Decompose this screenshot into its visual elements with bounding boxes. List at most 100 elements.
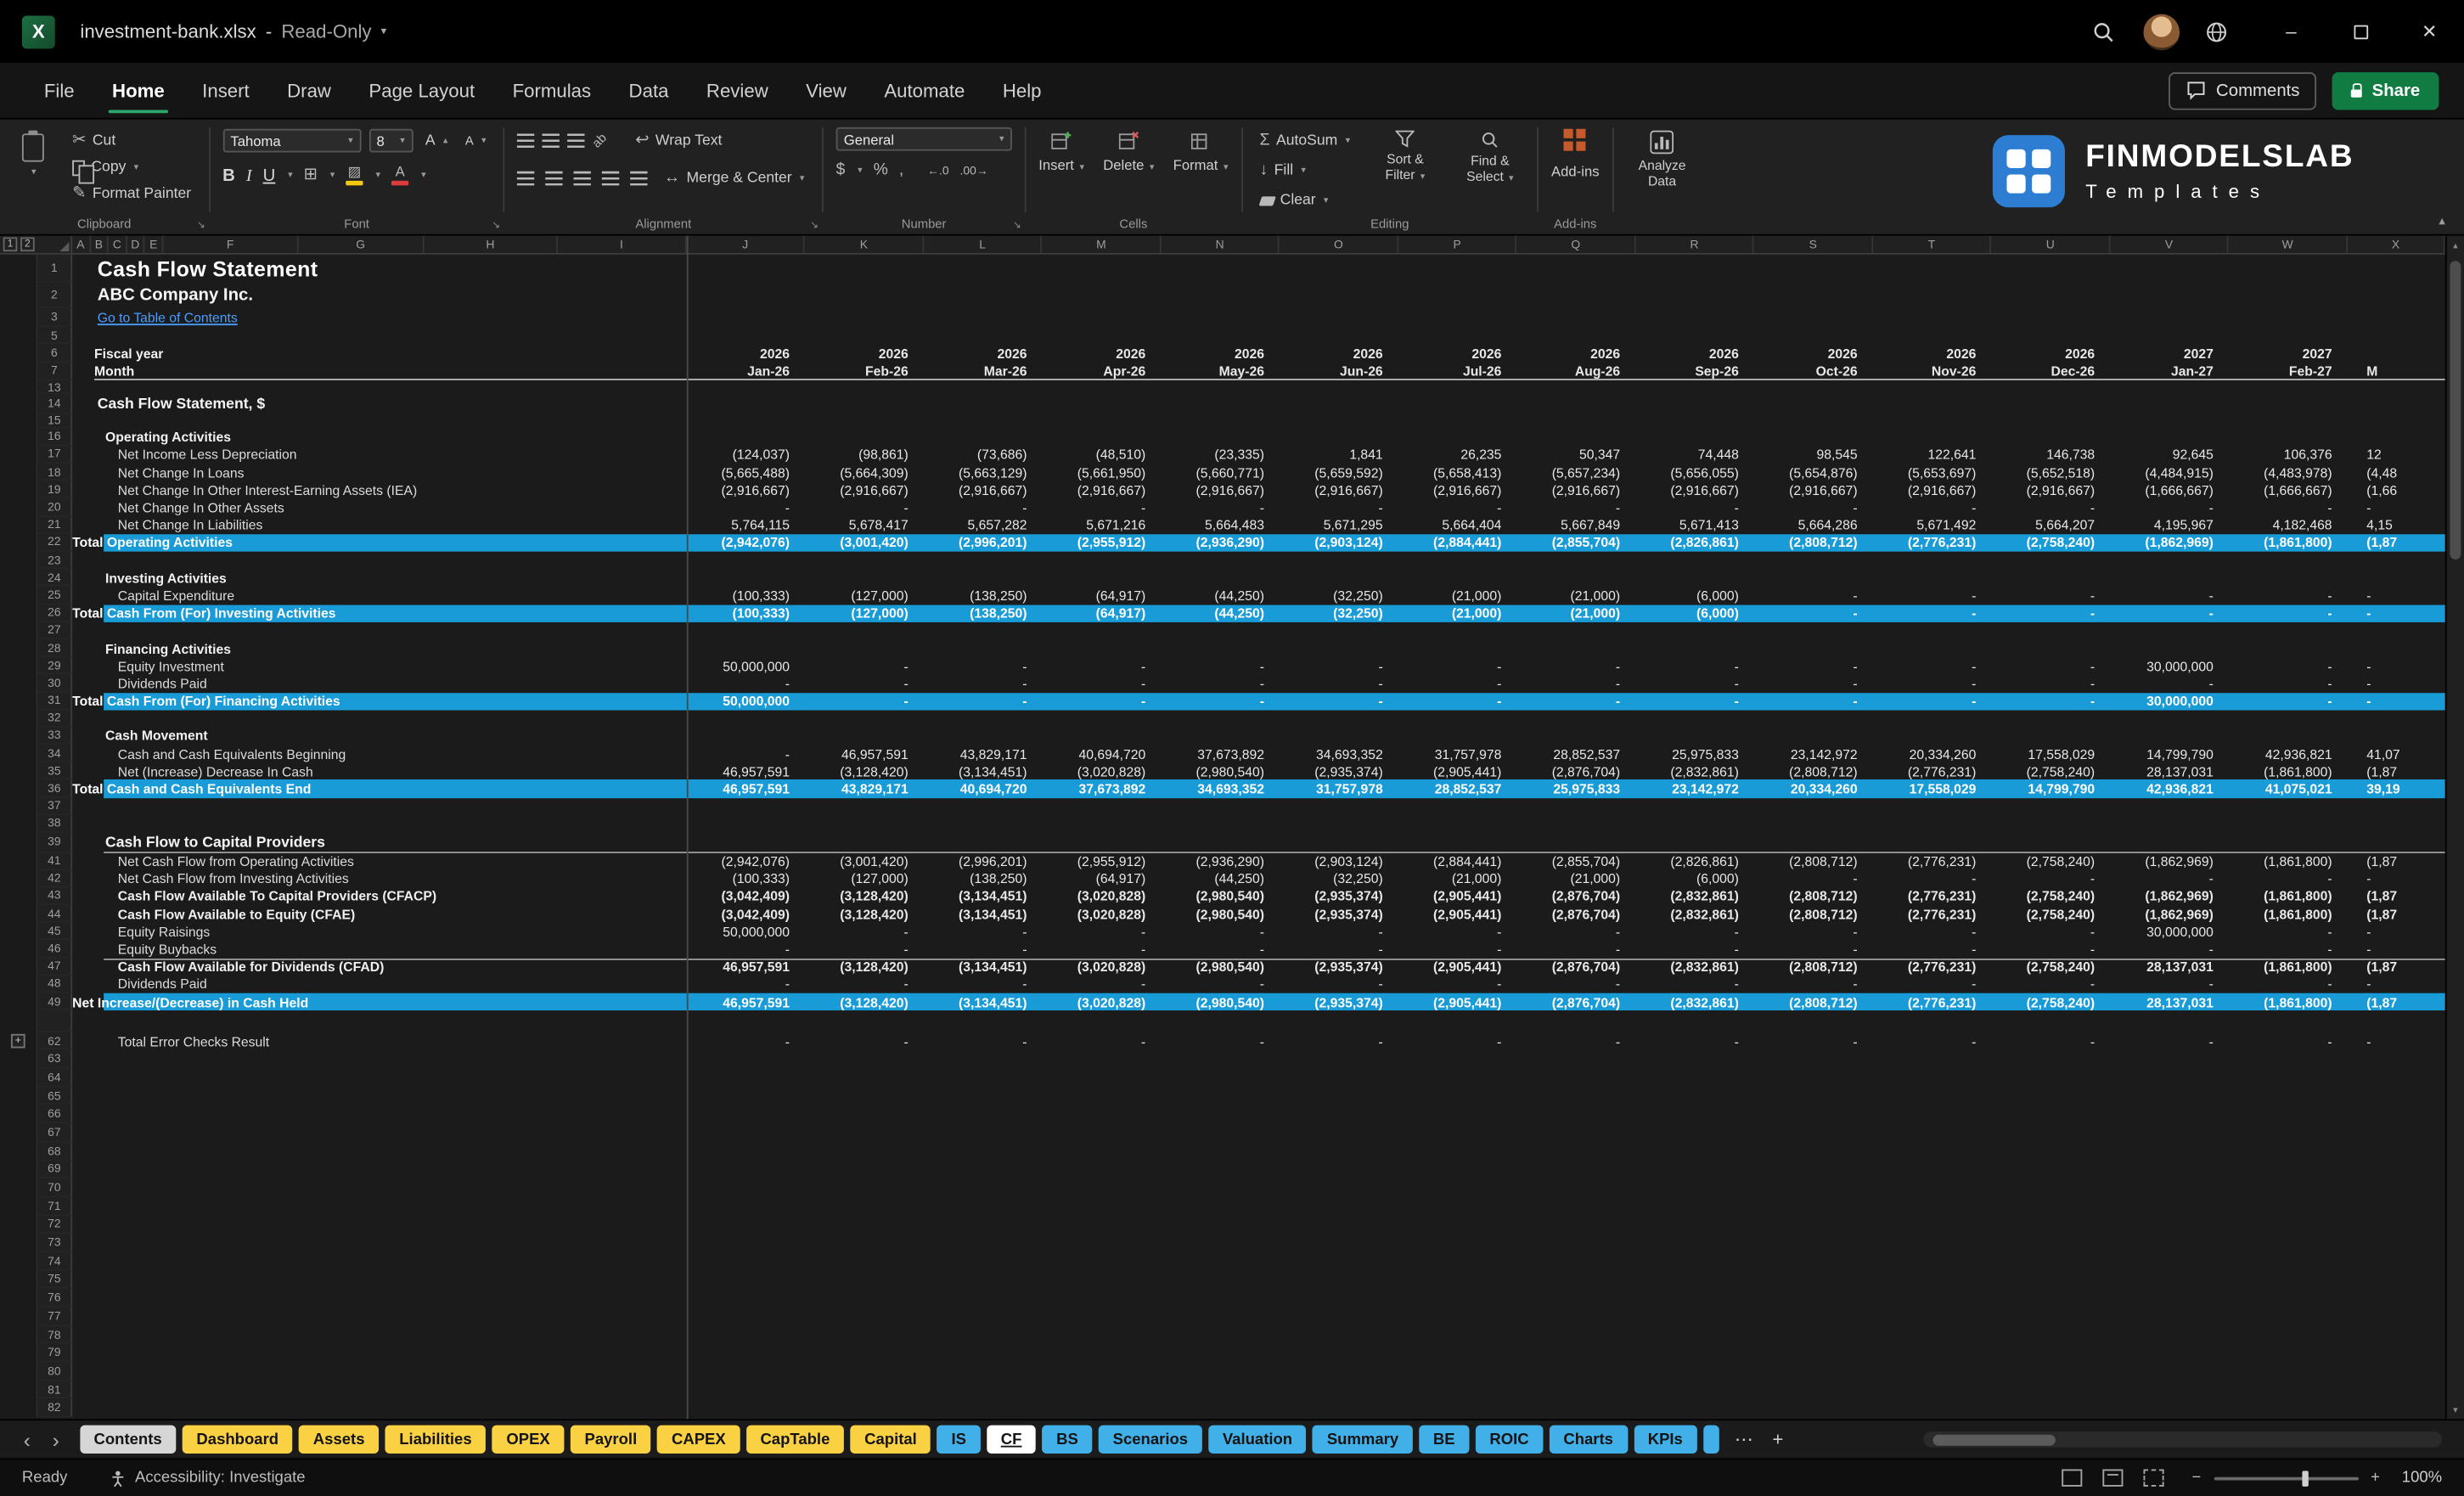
cell[interactable]: (2,758,240) — [1992, 534, 2111, 552]
sheet-nav-right-icon[interactable]: › — [42, 1427, 70, 1451]
cell[interactable]: 12 — [2348, 446, 2445, 464]
cell[interactable]: - — [2348, 692, 2445, 710]
row-number[interactable]: 23 — [37, 552, 72, 570]
column-header-A[interactable]: A — [72, 236, 90, 253]
row-number[interactable]: 37 — [37, 798, 72, 816]
cell[interactable]: 30,000,000 — [2111, 692, 2230, 710]
cell[interactable]: (5,656,055) — [1636, 464, 1755, 481]
row-number[interactable]: 49 — [37, 993, 72, 1011]
cell[interactable]: - — [1992, 675, 2111, 693]
zoom-slider-thumb[interactable] — [2302, 1470, 2308, 1486]
cell[interactable]: (2,916,667) — [1162, 481, 1280, 499]
fill-color-button[interactable]: ▨ — [346, 165, 363, 185]
row-number[interactable]: 82 — [37, 1399, 72, 1418]
merge-center-button[interactable]: ↔ Merge & Center ▾ — [659, 165, 809, 191]
menu-tab-home[interactable]: Home — [93, 63, 183, 118]
cell[interactable]: - — [1043, 1032, 1162, 1050]
horizontal-scrollbar[interactable] — [1923, 1431, 2442, 1448]
font-name-combo[interactable]: Tahoma ▾ — [222, 129, 361, 153]
cell[interactable]: - — [1873, 870, 1992, 888]
zoom-in-button[interactable]: + — [2371, 1469, 2380, 1486]
row-number[interactable]: 62 — [37, 1032, 72, 1050]
cell[interactable]: (2,955,912) — [1043, 534, 1162, 552]
cell[interactable]: (2,916,667) — [1992, 481, 2111, 499]
row-number[interactable]: 19 — [37, 481, 72, 499]
cell[interactable]: - — [1280, 976, 1398, 993]
sheet-tab-liabilities[interactable]: Liabilities — [385, 1426, 487, 1454]
outline-level-1-button[interactable]: 1 — [3, 237, 18, 251]
row-number[interactable]: 32 — [37, 710, 72, 728]
cell[interactable]: 42,936,821 — [2111, 780, 2230, 798]
cell[interactable]: - — [2229, 923, 2348, 941]
cell[interactable]: (2,905,441) — [1398, 958, 1517, 976]
row-number[interactable]: 20 — [37, 499, 72, 517]
row-number[interactable]: 68 — [37, 1142, 72, 1161]
cell[interactable]: (21,000) — [1517, 605, 1636, 622]
cell[interactable]: (2,776,231) — [1873, 887, 1992, 905]
cell[interactable]: (2,758,240) — [1992, 993, 2111, 1011]
sheet-tab-summary[interactable]: Summary — [1313, 1426, 1413, 1454]
row-number[interactable]: 43 — [37, 887, 72, 905]
cell[interactable]: 74,448 — [1636, 446, 1755, 464]
sheet-tab-valuation[interactable]: Valuation — [1208, 1426, 1307, 1454]
number-dialog-launcher-icon[interactable]: ↘ — [1013, 218, 1021, 231]
row-number[interactable]: 77 — [37, 1308, 72, 1326]
cell[interactable]: - — [1162, 675, 1280, 693]
row-number[interactable]: 15 — [37, 414, 72, 429]
chevron-down-icon[interactable]: ▾ — [381, 25, 387, 38]
cell[interactable]: (127,000) — [806, 870, 925, 888]
menu-tab-review[interactable]: Review — [688, 63, 787, 118]
fill-button[interactable]: ↓ Fill ▾ — [1255, 157, 1355, 183]
cell[interactable]: - — [1398, 692, 1517, 710]
cell[interactable]: (98,861) — [806, 446, 925, 464]
cell[interactable]: - — [1398, 499, 1517, 517]
cell[interactable]: - — [1517, 499, 1636, 517]
cell[interactable]: 2027 — [2111, 345, 2230, 363]
search-icon[interactable] — [2091, 20, 2115, 43]
sheet-tab-assets[interactable]: Assets — [299, 1426, 379, 1454]
menu-tab-view[interactable]: View — [787, 63, 865, 118]
cell[interactable]: - — [2111, 941, 2230, 959]
cell[interactable]: (2,916,667) — [1043, 481, 1162, 499]
cell[interactable]: - — [1992, 587, 2111, 605]
number-format-combo[interactable]: General ▾ — [836, 127, 1012, 151]
cell[interactable]: (44,250) — [1162, 605, 1280, 622]
cell[interactable]: 2026 — [1280, 345, 1398, 363]
cell[interactable]: Feb-27 — [2229, 363, 2348, 380]
cell[interactable]: (6,000) — [1636, 870, 1755, 888]
cell[interactable]: - — [1636, 923, 1755, 941]
font-size-combo[interactable]: 8 ▾ — [368, 129, 413, 153]
alignment-dialog-launcher-icon[interactable]: ↘ — [810, 218, 819, 231]
cell[interactable]: (2,776,231) — [1873, 993, 1992, 1011]
cell[interactable]: - — [1873, 1032, 1992, 1050]
cell[interactable]: (5,665,488) — [687, 464, 806, 481]
cell[interactable]: - — [806, 499, 925, 517]
cell[interactable]: - — [1280, 675, 1398, 693]
row-number[interactable]: 30 — [37, 675, 72, 693]
cell[interactable]: (2,980,540) — [1162, 993, 1280, 1011]
chevron-down-icon[interactable]: ▾ — [288, 170, 293, 181]
cell[interactable]: - — [1398, 923, 1517, 941]
cell[interactable]: - — [2229, 870, 2348, 888]
cell[interactable]: - — [806, 976, 925, 993]
cell[interactable]: - — [1754, 587, 1873, 605]
cell[interactable]: - — [1992, 1032, 2111, 1050]
cell[interactable]: (2,876,704) — [1517, 762, 1636, 780]
cell[interactable]: 37,673,892 — [1162, 745, 1280, 762]
cell[interactable]: 5,671,492 — [1873, 516, 1992, 534]
cell[interactable]: - — [2111, 587, 2230, 605]
column-header-M[interactable]: M — [1043, 236, 1162, 253]
cell[interactable]: - — [2111, 976, 2230, 993]
cell[interactable]: - — [1162, 941, 1280, 959]
format-cells-button[interactable]: Format ▾ — [1173, 131, 1229, 173]
format-painter-button[interactable]: ✎ Format Painter — [68, 181, 196, 207]
row-number[interactable]: 47 — [37, 958, 72, 976]
menu-tab-file[interactable]: File — [25, 63, 93, 118]
sheet-tab-payroll[interactable]: Payroll — [571, 1426, 651, 1454]
autosum-button[interactable]: Σ AutoSum ▾ — [1255, 127, 1355, 154]
cell[interactable]: (2,832,861) — [1636, 993, 1755, 1011]
cell[interactable]: - — [1398, 976, 1517, 993]
cell[interactable]: (2,758,240) — [1992, 887, 2111, 905]
cell[interactable]: - — [1636, 1032, 1755, 1050]
cell[interactable]: - — [1043, 657, 1162, 675]
